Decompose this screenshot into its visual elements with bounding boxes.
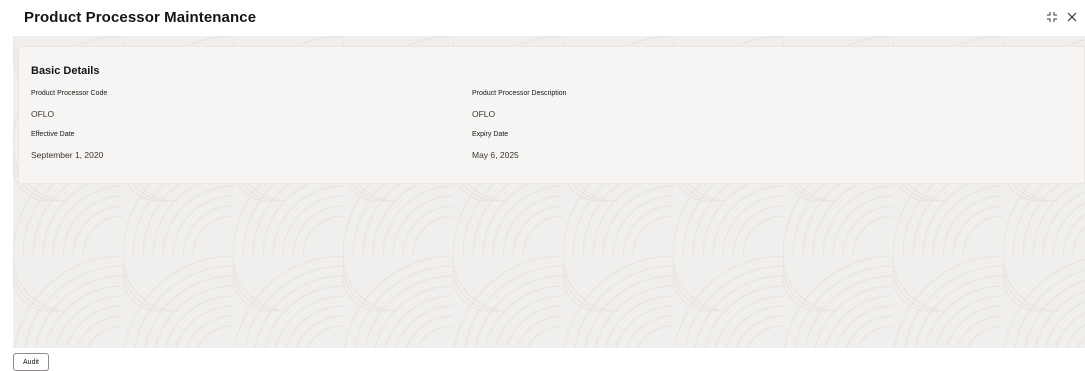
effective-date-value: September 1, 2020 xyxy=(31,150,104,160)
basic-details-card: Basic Details Product Processor Code OFL… xyxy=(18,46,1085,184)
minimize-button[interactable] xyxy=(1045,10,1059,24)
effective-date-label: Effective Date xyxy=(31,131,75,138)
minimize-icon xyxy=(1047,12,1057,22)
product-processor-description-value: OFLO xyxy=(472,109,496,119)
close-icon xyxy=(1067,12,1077,22)
product-processor-maintenance-window: Product Processor Maintenance Basic Deta… xyxy=(0,0,1085,371)
audit-button[interactable]: Audit xyxy=(13,353,49,371)
window-header: Product Processor Maintenance xyxy=(0,0,1085,36)
expiry-date-label: Expiry Date xyxy=(472,131,509,138)
product-processor-description-label: Product Processor Description xyxy=(472,90,567,97)
close-button[interactable] xyxy=(1065,10,1079,24)
section-title-basic-details: Basic Details xyxy=(31,65,100,77)
product-processor-code-label: Product Processor Code xyxy=(31,90,108,97)
product-processor-code-value: OFLO xyxy=(31,109,55,119)
header-actions xyxy=(1045,10,1079,24)
page-title: Product Processor Maintenance xyxy=(24,9,257,26)
expiry-date-value: May 6, 2025 xyxy=(472,150,519,160)
